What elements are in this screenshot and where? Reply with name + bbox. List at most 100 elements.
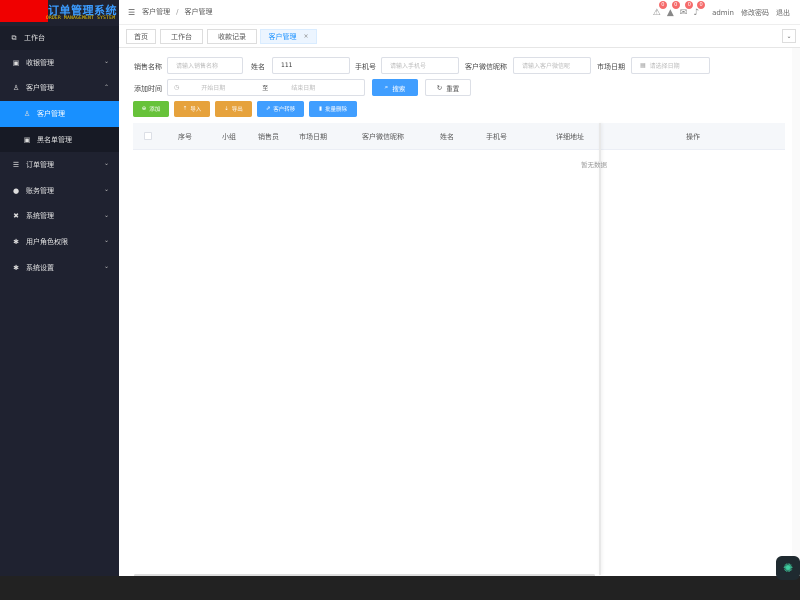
- sidebar-item-system[interactable]: ✖ 系统管理 ⌄: [0, 204, 119, 230]
- select-all-checkbox[interactable]: [144, 132, 152, 140]
- chevron-up-icon: ⌃: [103, 83, 109, 91]
- column-header: 客户微信昵称: [362, 133, 404, 141]
- warning-icon[interactable]: ⚠ 0: [653, 0, 667, 18]
- transfer-customer-button[interactable]: ⇗ 客户转移: [257, 101, 304, 117]
- start-date-placeholder: 开始日期: [201, 85, 226, 92]
- export-button[interactable]: ⇣ 导出: [215, 101, 252, 117]
- sidebar-item-customer[interactable]: ♙ 客户管理 ⌃: [0, 76, 119, 102]
- logout-link[interactable]: 退出: [776, 8, 790, 18]
- share-icon: ⇗: [265, 106, 271, 112]
- badge-count: 0: [697, 0, 706, 9]
- sidebar-item-roles[interactable]: ✱ 用户角色权限 ⌄: [0, 229, 119, 255]
- badge-count: 0: [685, 0, 694, 9]
- tab-label: 工作台: [171, 32, 192, 41]
- assistant-icon[interactable]: ✺: [776, 556, 800, 580]
- chevron-down-icon[interactable]: ⌄: [782, 29, 796, 43]
- header-actions: ⚠ 0 ▲ 0 ✉ 0 ♪ 0 admin 修改密码 退出: [653, 0, 790, 25]
- sidebar-item-workbench[interactable]: ⧉ 工作台: [0, 26, 119, 50]
- settings-icon: ✱: [13, 263, 19, 272]
- user-icon: ♙: [12, 84, 20, 93]
- tab-workbench[interactable]: 工作台: [160, 29, 203, 44]
- name-input[interactable]: 111: [272, 57, 350, 74]
- breadcrumb-item[interactable]: 客户管理: [142, 8, 170, 16]
- transfer-button-label: 客户转移: [273, 107, 296, 113]
- tab-label: 收款记录: [218, 32, 246, 41]
- calendar-icon: ▦: [640, 62, 646, 69]
- fixed-column-divider: [599, 123, 601, 575]
- chevron-down-icon: ⌄: [103, 185, 109, 193]
- cashier-icon: ▣: [12, 58, 20, 67]
- refresh-icon: ↻: [436, 83, 443, 92]
- upload-icon: ⇡: [182, 106, 188, 112]
- column-header: 姓名: [440, 133, 454, 141]
- sidebar-item-label: 用户角色权限: [26, 237, 68, 246]
- sidebar-item-label: 工作台: [24, 34, 45, 42]
- change-password-link[interactable]: 修改密码: [741, 8, 769, 18]
- sidebar: 订单管理系统 ORDER MANAGEMENT SYSTEM ⧉ 工作台 ▣ 收…: [0, 0, 119, 576]
- column-header: 序号: [178, 133, 192, 141]
- tab-customer-management[interactable]: 客户管理 ×: [260, 29, 317, 44]
- add-time-range-picker[interactable]: ◷ 开始日期 至 结束日期: [167, 79, 365, 96]
- wechat-label: 客户微信昵称: [465, 63, 507, 71]
- sidebar-item-settings[interactable]: ✱ 系统设置 ⌄: [0, 255, 119, 281]
- bottom-bar: [0, 576, 800, 600]
- clock-icon: ◷: [174, 84, 180, 91]
- tab-bar: 首页 工作台 收款记录 客户管理 × ⌄: [119, 26, 800, 48]
- sidebar-subitem-blacklist[interactable]: ▣ 黑名单管理: [0, 126, 119, 153]
- tools-icon: ✖: [13, 212, 19, 221]
- empty-state: 暂无数据: [581, 161, 607, 169]
- logo: 订单管理系统 ORDER MANAGEMENT SYSTEM: [0, 0, 119, 26]
- tab-payment-records[interactable]: 收款记录: [207, 29, 257, 44]
- add-button[interactable]: ⊕ 添加: [133, 101, 169, 117]
- right-scroll-track: [792, 48, 800, 576]
- add-time-label: 添加时间: [134, 85, 162, 93]
- order-icon: ☰: [12, 161, 20, 170]
- sidebar-item-label: 账务管理: [26, 186, 54, 195]
- search-button-label: 搜索: [392, 84, 406, 93]
- bell-icon[interactable]: ♪ 0: [693, 0, 706, 18]
- search-button[interactable]: ⌕ 搜索: [372, 79, 418, 96]
- sidebar-item-label: 客户管理: [26, 84, 54, 93]
- sidebar-item-label: 系统设置: [26, 263, 54, 272]
- column-header: 市场日期: [299, 133, 327, 141]
- tab-label: 首页: [134, 32, 148, 41]
- alert-icon[interactable]: ▲ 0: [667, 0, 680, 18]
- market-date-label: 市场日期: [597, 63, 625, 71]
- chevron-down-icon: ⌄: [103, 160, 109, 168]
- column-header: 小组: [222, 133, 236, 141]
- add-button-label: 添加: [149, 107, 161, 113]
- import-button[interactable]: ⇡ 导入: [174, 101, 210, 117]
- market-date-picker[interactable]: ▦ 请选择日期: [631, 57, 710, 74]
- badge-count: 0: [671, 0, 680, 9]
- reset-button[interactable]: ↻ 重置: [425, 79, 471, 96]
- tab-home[interactable]: 首页: [126, 29, 156, 44]
- sidebar-subitem-customer[interactable]: ♙ 客户管理: [0, 101, 119, 127]
- sidebar-item-cashier[interactable]: ▣ 收银管理 ⌄: [0, 50, 119, 76]
- market-date-placeholder: 请选择日期: [649, 63, 680, 70]
- batch-delete-button[interactable]: ▮ 批量删除: [309, 101, 357, 117]
- menu-toggle-icon[interactable]: ☰: [128, 8, 135, 17]
- sidebar-item-label: 订单管理: [26, 161, 54, 170]
- phone-label: 手机号: [355, 63, 376, 71]
- download-icon: ⇣: [224, 106, 229, 112]
- table-header: 序号 小组 销售员 市场日期 客户微信昵称 姓名 手机号 详细地址 操作: [133, 123, 785, 150]
- blacklist-icon: ▣: [23, 135, 31, 144]
- chevron-down-icon: ⌄: [103, 211, 109, 219]
- logo-subtitle: ORDER MANAGEMENT SYSTEM: [46, 16, 116, 21]
- mail-icon[interactable]: ✉ 0: [680, 0, 694, 18]
- sales-name-input[interactable]: 请输入销售名称: [167, 57, 243, 74]
- phone-input[interactable]: 请输入手机号: [381, 57, 459, 74]
- chevron-down-icon: ⌄: [103, 58, 109, 65]
- wechat-input[interactable]: 请输入客户微信昵: [513, 57, 591, 74]
- sidebar-item-order[interactable]: ☰ 订单管理 ⌄: [0, 152, 119, 178]
- username[interactable]: admin: [712, 9, 734, 17]
- sales-name-label: 销售名称: [134, 63, 162, 71]
- sidebar-item-account[interactable]: ● 账务管理 ⌄: [0, 178, 119, 204]
- search-icon: ⌕: [384, 83, 389, 91]
- batch-delete-button-label: 批量删除: [325, 107, 348, 113]
- close-icon[interactable]: ×: [303, 33, 308, 40]
- plus-icon: ⊕: [141, 106, 147, 112]
- tab-label: 客户管理: [268, 32, 297, 41]
- import-button-label: 导入: [190, 107, 202, 113]
- badge-count: 0: [658, 0, 667, 9]
